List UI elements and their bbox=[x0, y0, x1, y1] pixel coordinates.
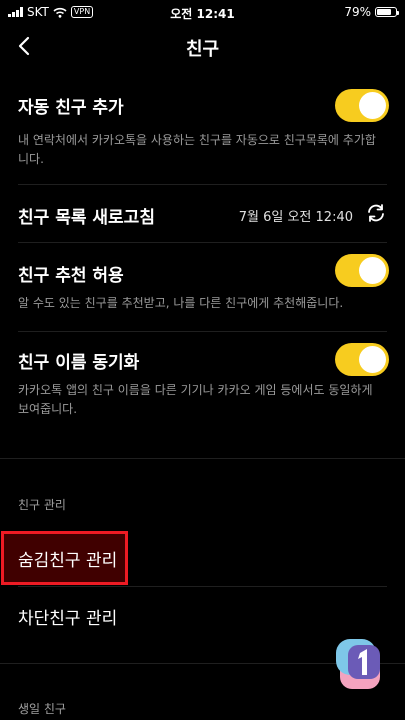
battery-icon bbox=[375, 7, 399, 17]
name-sync-desc: 카카오톡 앱의 친구 이름을 다른 기기나 카카오 게임 등에서도 동일하게 보… bbox=[18, 383, 373, 416]
page-title: 친구 bbox=[185, 39, 220, 60]
divider bbox=[18, 331, 387, 332]
blocked-friends-item[interactable]: 차단친구 관리 bbox=[18, 604, 117, 629]
toggle-knob bbox=[359, 346, 386, 373]
status-bar: SKT VPN 오전 12:41 79% bbox=[0, 0, 405, 24]
battery-percent: 79% bbox=[344, 5, 371, 19]
hidden-friends-item[interactable]: 숨김친구 관리 bbox=[18, 546, 117, 571]
divider bbox=[18, 184, 387, 185]
recommend-toggle[interactable] bbox=[335, 254, 389, 287]
auto-add-desc: 내 연락처에서 카카오톡을 사용하는 친구를 자동으로 친구목록에 추가합니다. bbox=[18, 133, 376, 166]
nav-bar: 친구 bbox=[0, 24, 405, 68]
toggle-knob bbox=[359, 257, 386, 284]
name-sync-title: 친구 이름 동기화 bbox=[18, 353, 140, 373]
auto-add-toggle[interactable] bbox=[335, 89, 389, 122]
divider bbox=[18, 242, 387, 243]
section-divider bbox=[0, 458, 405, 459]
recommend-desc: 알 수도 있는 친구를 추천받고, 나를 다른 친구에게 추천해줍니다. bbox=[18, 296, 344, 310]
birthday-section-label: 생일 친구 bbox=[18, 702, 66, 716]
status-right: 79% bbox=[344, 5, 399, 19]
toggle-knob bbox=[359, 92, 386, 119]
name-sync-toggle[interactable] bbox=[335, 343, 389, 376]
divider bbox=[18, 586, 387, 587]
auto-add-title: 자동 친구 추가 bbox=[18, 98, 124, 118]
friend-manage-section-label: 친구 관리 bbox=[18, 498, 66, 512]
refresh-icon[interactable] bbox=[365, 202, 387, 224]
recommend-title: 친구 추천 허용 bbox=[18, 266, 124, 286]
refresh-timestamp: 7월 6일 오전 12:40 bbox=[238, 210, 353, 225]
refresh-title[interactable]: 친구 목록 새로고침 bbox=[18, 203, 155, 228]
floating-app-badge-icon[interactable] bbox=[334, 633, 386, 691]
